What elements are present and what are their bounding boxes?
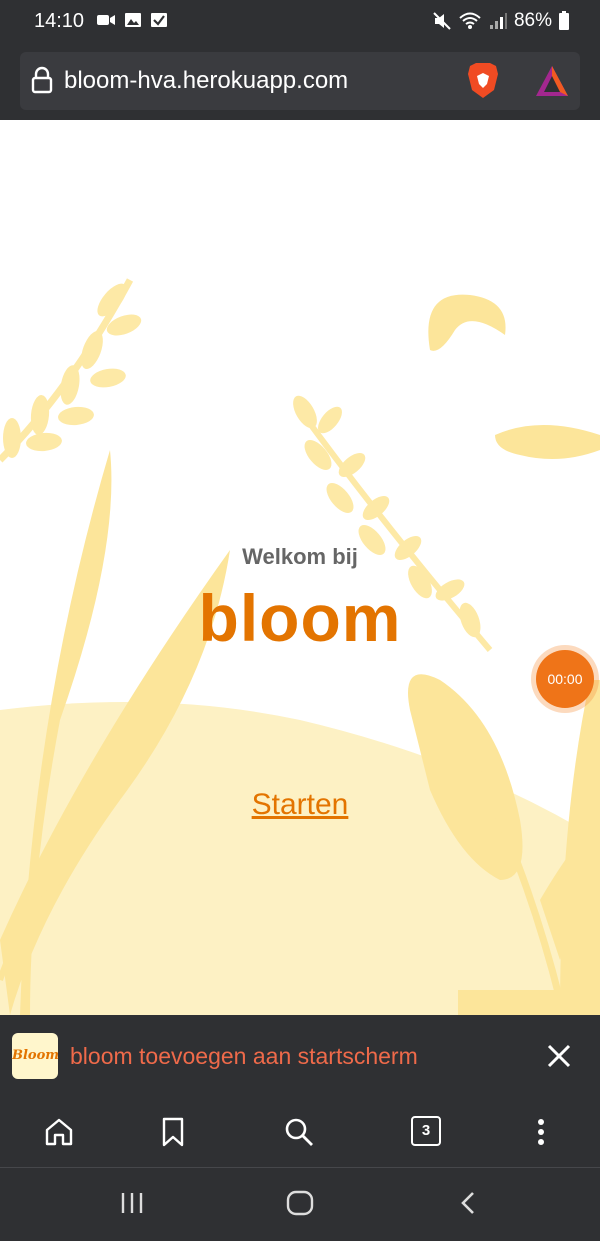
wifi-icon xyxy=(459,12,481,29)
status-time: 14:10 xyxy=(34,10,85,32)
battery-icon xyxy=(559,11,569,30)
browser-bottom-toolbar: 3 xyxy=(0,1097,600,1167)
browser-toolbar: bloom-hva.herokuapp.com xyxy=(0,44,600,120)
search-icon[interactable] xyxy=(284,1117,314,1147)
lock-icon xyxy=(31,66,53,94)
url-text: bloom-hva.herokuapp.com xyxy=(64,67,349,94)
page-content: Welkom bij bloom Starten 00:00 xyxy=(0,120,600,1015)
image-icon xyxy=(125,13,141,27)
check-icon xyxy=(151,13,167,27)
home-icon[interactable] xyxy=(44,1117,74,1147)
back-icon[interactable] xyxy=(458,1190,478,1216)
add-to-home-message[interactable]: bloom toevoegen aan startscherm xyxy=(70,1043,418,1070)
start-link[interactable]: Starten xyxy=(0,788,600,822)
address-bar[interactable]: bloom-hva.herokuapp.com xyxy=(20,52,580,110)
video-icon xyxy=(97,15,115,25)
mute-icon xyxy=(433,12,451,30)
recent-apps-icon[interactable] xyxy=(120,1190,144,1216)
tabs-button[interactable]: 3 xyxy=(411,1116,441,1146)
bloom-logo: bloom xyxy=(198,581,402,655)
add-to-home-banner[interactable]: Bloom bloom toevoegen aan startscherm xyxy=(0,1015,600,1097)
bookmark-icon[interactable] xyxy=(160,1117,186,1147)
brave-rewards-icon[interactable] xyxy=(534,64,570,98)
more-menu-icon[interactable] xyxy=(532,1117,550,1147)
welcome-text: Welkom bij xyxy=(242,544,358,569)
status-bar: 14:10 86% xyxy=(0,0,600,44)
home-nav-icon[interactable] xyxy=(286,1190,314,1216)
signal-icon xyxy=(489,13,507,29)
system-navigation xyxy=(0,1167,600,1241)
battery-percent: 86% xyxy=(513,10,552,31)
app-icon: Bloom xyxy=(12,1033,59,1079)
close-icon[interactable] xyxy=(546,1043,572,1069)
brave-shields-icon[interactable] xyxy=(466,62,500,100)
timer-badge[interactable]: 00:00 xyxy=(536,650,594,708)
